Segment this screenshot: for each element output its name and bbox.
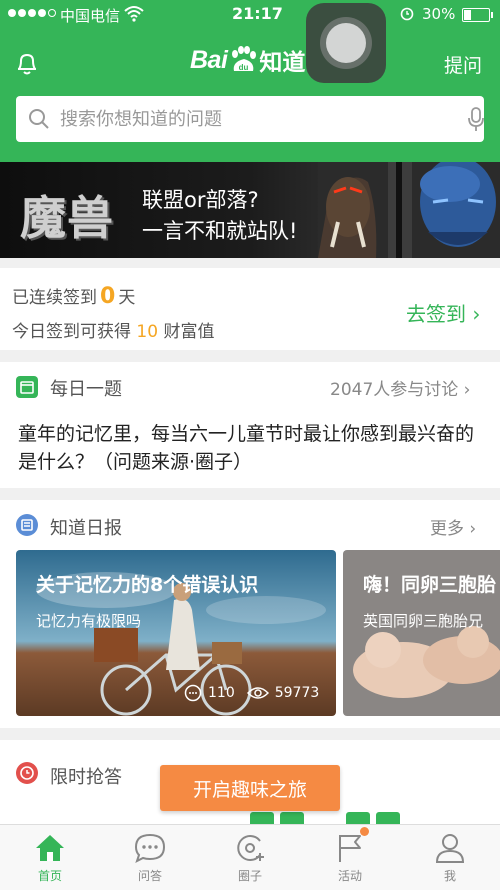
banner-title: 魔兽 <box>20 191 114 245</box>
calendar-icon <box>16 376 38 398</box>
newspaper-icon <box>16 514 38 536</box>
home-icon <box>36 835 64 861</box>
status-bar: 中国电信 21:17 30% <box>0 0 500 28</box>
paw-icon: du <box>232 46 257 72</box>
banner-line-1: 联盟or部落? <box>142 188 259 212</box>
search-bar[interactable] <box>16 96 484 142</box>
flag-icon <box>339 835 361 862</box>
checkin-streak: 已连续签到 0 天 <box>12 283 135 309</box>
signal-icon <box>8 9 56 17</box>
tab-label: 活动 <box>337 869 362 883</box>
tab-label: 我 <box>443 869 456 883</box>
article-subtitle: 英国同卵三胞胎兄 <box>363 612 484 630</box>
tab-home[interactable]: 首页 <box>0 825 100 890</box>
logo-text-cn: 知道 <box>259 50 306 76</box>
carrier-name: 中国电信 <box>60 7 121 25</box>
view-count: 59773 <box>274 685 320 701</box>
banner-line-2: 一言不和就站队! <box>142 219 298 243</box>
article-stats: 110 59773 <box>184 684 319 702</box>
reward-amount: 10 <box>136 322 159 342</box>
article-title: 关于记忆力的8个错误认识 <box>36 574 259 596</box>
reward-prefix: 今日签到可获得 <box>12 322 131 342</box>
streak-prefix: 已连续签到 <box>12 288 97 308</box>
person-icon <box>435 834 465 863</box>
ask-question-button[interactable]: 提问 <box>444 51 482 78</box>
article-title: 嗨！同卵三胞胎 <box>363 574 497 596</box>
daily-question-text[interactable]: 童年的记忆里，每当六一儿童节时最让你感到最兴奋的是什么？（问题来源·圈子） <box>18 420 488 476</box>
tab-activity[interactable]: 活动 <box>300 825 400 890</box>
circle-add-icon <box>237 835 264 861</box>
start-fun-journey-button[interactable]: 开启趣味之旅 <box>160 765 340 811</box>
comment-count: 110 <box>208 685 235 701</box>
battery-percent: 30% <box>422 5 456 23</box>
streak-suffix: 天 <box>118 288 136 308</box>
article-card[interactable]: 嗨！同卵三胞胎 英国同卵三胞胎兄 <box>343 550 500 716</box>
tab-qa[interactable]: 问答 <box>100 825 200 890</box>
notification-dot <box>360 827 369 836</box>
comment-icon <box>184 684 202 702</box>
alarm-icon <box>400 7 414 21</box>
checkin-reward: 今日签到可获得 10 财富值 <box>12 317 214 342</box>
assistive-touch-button[interactable] <box>306 3 386 83</box>
banner-artwork-image <box>318 162 500 258</box>
tab-circle[interactable]: 圈子 <box>200 825 300 890</box>
daily-report-label: 知道日报 <box>50 518 122 539</box>
reward-suffix: 财富值 <box>163 322 215 342</box>
logo-text-latin: Bai <box>190 45 228 74</box>
article-subtitle: 记忆力有极限吗 <box>36 612 142 630</box>
bell-icon[interactable] <box>14 50 40 76</box>
search-icon <box>29 109 49 129</box>
more-link[interactable]: 更多 › <box>430 514 476 539</box>
bottom-tab-bar: 首页 问答 圈子 活动 我 <box>0 824 500 890</box>
battery-icon <box>462 8 493 22</box>
clock: 21:17 <box>232 4 283 23</box>
streak-days: 0 <box>100 284 116 309</box>
logo-paw-text: du <box>239 63 249 72</box>
baidu-zhidao-logo: Bai du 知道 <box>190 40 305 80</box>
tab-label: 首页 <box>37 869 62 883</box>
daily-question-label: 每日一题 <box>50 379 122 400</box>
wifi-icon <box>124 6 144 22</box>
chat-icon <box>134 833 166 863</box>
tab-label: 问答 <box>137 869 162 883</box>
tab-me[interactable]: 我 <box>400 825 500 890</box>
eye-icon <box>246 687 269 699</box>
clock-icon <box>16 762 38 784</box>
microphone-icon[interactable] <box>466 107 486 133</box>
signin-button[interactable]: 去签到 › <box>406 298 480 327</box>
participants-link[interactable]: 2047人参与讨论 › <box>330 375 470 400</box>
flash-answer-label: 限时抢答 <box>50 767 122 788</box>
search-input[interactable] <box>60 96 440 142</box>
tab-label: 圈子 <box>237 869 262 883</box>
article-card[interactable]: 关于记忆力的8个错误认识 记忆力有极限吗 110 59773 <box>16 550 336 716</box>
